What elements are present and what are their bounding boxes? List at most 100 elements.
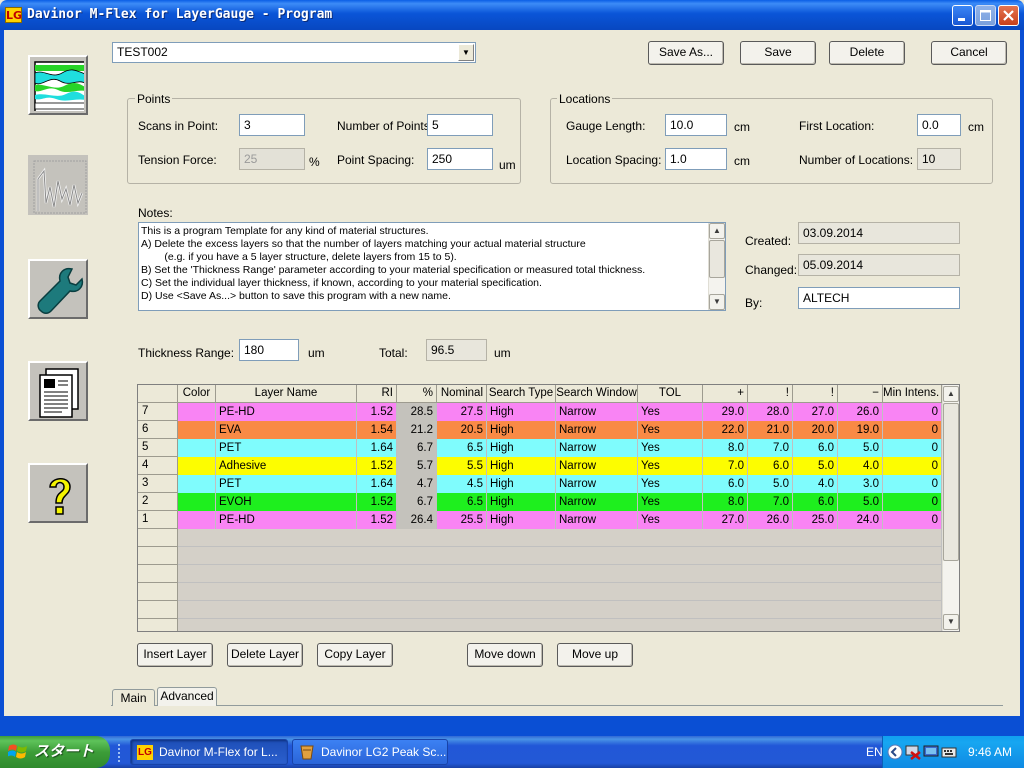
col-header-plus[interactable]: + — [703, 385, 748, 403]
cell-search-type[interactable]: High — [487, 475, 556, 493]
empty-row[interactable] — [178, 583, 942, 601]
cell-color[interactable] — [178, 403, 216, 421]
cell-minus[interactable]: 19.0 — [838, 421, 883, 439]
location-spacing-input[interactable]: 1.0 — [665, 148, 727, 170]
cell-minus[interactable]: 3.0 — [838, 475, 883, 493]
tab-main[interactable]: Main — [112, 689, 155, 706]
cell-color[interactable] — [178, 439, 216, 457]
empty-row[interactable] — [178, 547, 942, 565]
empty-row-header[interactable] — [138, 619, 178, 631]
cell-tol[interactable]: Yes — [638, 493, 703, 511]
taskbar-item-peak[interactable]: Davinor LG2 Peak Sc... — [292, 739, 448, 765]
col-header-percent[interactable]: % — [397, 385, 437, 403]
cell-limit-2[interactable]: 20.0 — [793, 421, 838, 439]
cell-search-type[interactable]: High — [487, 457, 556, 475]
delete-button[interactable]: Delete — [829, 41, 905, 65]
cell-ri[interactable]: 1.52 — [357, 511, 397, 529]
nav-help-button[interactable] — [28, 463, 88, 523]
cell-plus[interactable]: 22.0 — [703, 421, 748, 439]
cell-tol[interactable]: Yes — [638, 457, 703, 475]
point-spacing-input[interactable]: 250 — [427, 148, 493, 170]
cell-percent[interactable]: 6.7 — [397, 439, 437, 457]
cell-percent[interactable]: 6.7 — [397, 493, 437, 511]
cell-limit-1[interactable]: 5.0 — [748, 475, 793, 493]
cell-tol[interactable]: Yes — [638, 511, 703, 529]
empty-row[interactable] — [178, 565, 942, 583]
cell-search-type[interactable]: High — [487, 403, 556, 421]
keyboard-tray-icon[interactable] — [941, 744, 957, 760]
save-as-button[interactable]: Save As... — [648, 41, 724, 65]
cell-tol[interactable]: Yes — [638, 421, 703, 439]
cell-limit-2[interactable]: 27.0 — [793, 403, 838, 421]
layer-table[interactable]: Color Layer Name RI% Nominal Search Type Sear… — [137, 384, 960, 632]
cell-color[interactable] — [178, 511, 216, 529]
col-header-search-window[interactable]: Search Window — [556, 385, 638, 403]
cell-search-window[interactable]: Narrow — [556, 475, 638, 493]
cell-search-type[interactable]: High — [487, 439, 556, 457]
cell-ri[interactable]: 1.52 — [357, 493, 397, 511]
clock[interactable]: 9:46 AM — [968, 745, 1012, 759]
move-up-button[interactable]: Move up — [557, 643, 633, 667]
cell-search-window[interactable]: Narrow — [556, 421, 638, 439]
language-indicator[interactable]: EN — [866, 745, 883, 759]
cell-layer-name[interactable]: Adhesive — [216, 457, 357, 475]
cell-min-intens[interactable]: 0 — [883, 511, 942, 529]
nav-settings-button[interactable] — [28, 259, 88, 319]
empty-row[interactable] — [178, 529, 942, 547]
thickness-range-input[interactable]: 180 — [239, 339, 299, 361]
notes-textarea[interactable]: This is a program Template for any kind … — [138, 222, 726, 311]
col-header-search-type[interactable]: Search Type — [487, 385, 556, 403]
nav-report-button[interactable] — [28, 361, 88, 421]
cell-nominal[interactable]: 25.5 — [437, 511, 487, 529]
row-number[interactable]: 7 — [138, 403, 178, 421]
scroll-up-icon[interactable]: ▲ — [709, 223, 725, 239]
cell-plus[interactable]: 29.0 — [703, 403, 748, 421]
cell-color[interactable] — [178, 475, 216, 493]
col-header-color[interactable]: Color — [178, 385, 216, 403]
cell-percent[interactable]: 28.5 — [397, 403, 437, 421]
maximize-button[interactable] — [975, 5, 996, 26]
col-header-nominal[interactable]: Nominal — [437, 385, 487, 403]
cell-search-window[interactable]: Narrow — [556, 493, 638, 511]
cell-limit-2[interactable]: 6.0 — [793, 439, 838, 457]
cell-layer-name[interactable]: EVOH — [216, 493, 357, 511]
by-input[interactable]: ALTECH — [798, 287, 960, 309]
empty-row-header[interactable] — [138, 601, 178, 619]
cell-layer-name[interactable]: PET — [216, 475, 357, 493]
empty-row-header[interactable] — [138, 529, 178, 547]
move-down-button[interactable]: Move down — [467, 643, 543, 667]
cell-percent[interactable]: 26.4 — [397, 511, 437, 529]
cell-search-window[interactable]: Narrow — [556, 511, 638, 529]
cell-limit-2[interactable]: 6.0 — [793, 493, 838, 511]
table-scrollbar[interactable]: ▲ ▼ — [942, 385, 959, 631]
cell-percent[interactable]: 21.2 — [397, 421, 437, 439]
cell-min-intens[interactable]: 0 — [883, 475, 942, 493]
delete-layer-button[interactable]: Delete Layer — [227, 643, 303, 667]
cell-nominal[interactable]: 20.5 — [437, 421, 487, 439]
cell-percent[interactable]: 4.7 — [397, 475, 437, 493]
scroll-up-icon[interactable]: ▲ — [943, 386, 959, 402]
start-button[interactable]: スタート — [0, 736, 110, 768]
cell-limit-1[interactable]: 21.0 — [748, 421, 793, 439]
cell-plus[interactable]: 7.0 — [703, 457, 748, 475]
scroll-down-icon[interactable]: ▼ — [943, 614, 959, 630]
row-number[interactable]: 3 — [138, 475, 178, 493]
cell-min-intens[interactable]: 0 — [883, 457, 942, 475]
col-header-layer-name[interactable]: Layer Name — [216, 385, 357, 403]
cell-minus[interactable]: 26.0 — [838, 403, 883, 421]
empty-row[interactable] — [178, 601, 942, 619]
cell-ri[interactable]: 1.52 — [357, 457, 397, 475]
cell-limit-1[interactable]: 26.0 — [748, 511, 793, 529]
cell-layer-name[interactable]: PET — [216, 439, 357, 457]
cell-limit-2[interactable]: 4.0 — [793, 475, 838, 493]
cell-search-window[interactable]: Narrow — [556, 403, 638, 421]
save-button[interactable]: Save — [740, 41, 816, 65]
col-header-limit-2[interactable]: ! — [793, 385, 838, 403]
cell-plus[interactable]: 8.0 — [703, 439, 748, 457]
empty-row-header[interactable] — [138, 565, 178, 583]
first-location-input[interactable]: 0.0 — [917, 114, 961, 136]
cell-ri[interactable]: 1.52 — [357, 403, 397, 421]
cell-search-type[interactable]: High — [487, 511, 556, 529]
cell-color[interactable] — [178, 421, 216, 439]
cell-tol[interactable]: Yes — [638, 403, 703, 421]
